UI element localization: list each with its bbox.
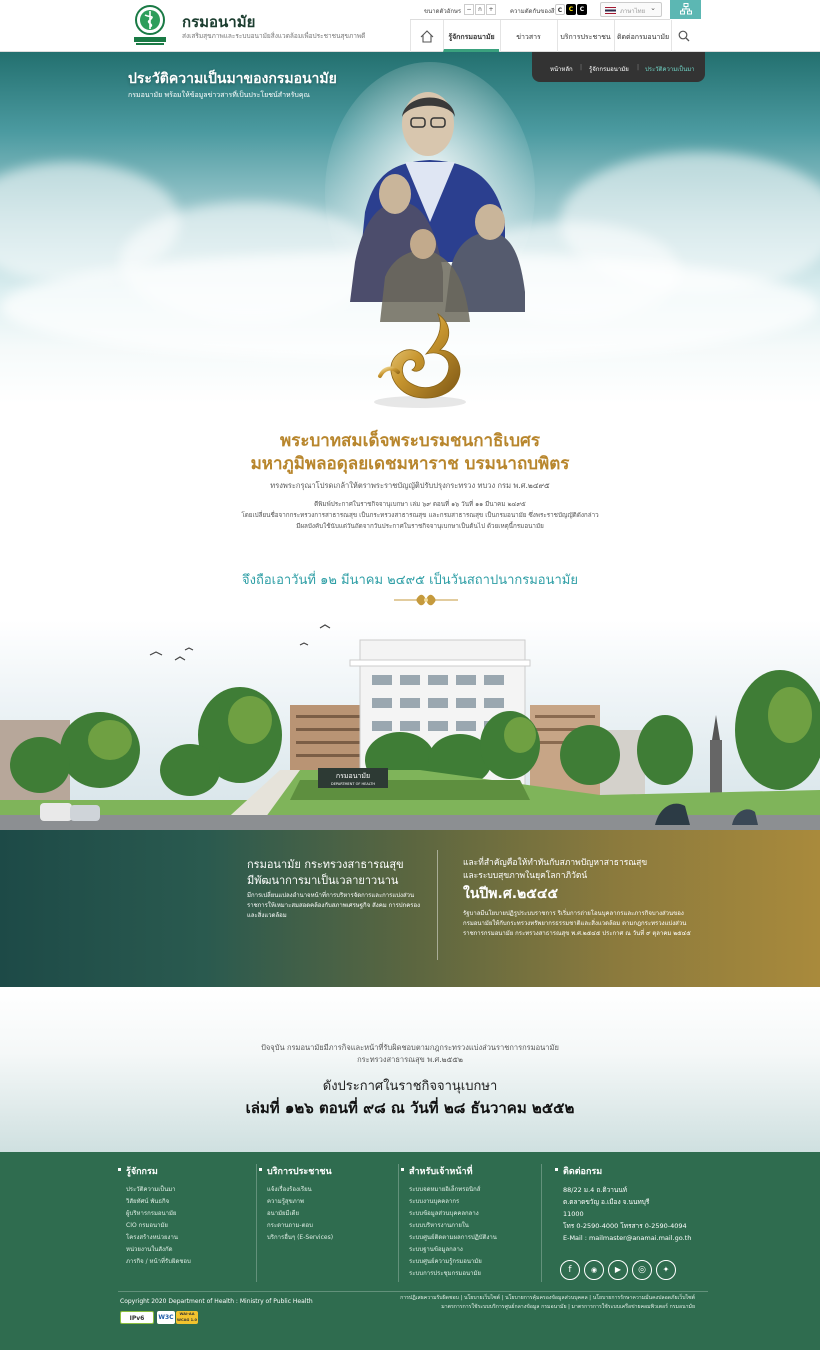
language-select[interactable]: ภาษาไทย ⌄ [600, 2, 662, 17]
youtube-icon[interactable]: ▶ [608, 1260, 628, 1280]
gazette-heading: ดังประกาศในราชกิจจานุเบกษา [322, 1079, 498, 1094]
contact-phone: โทร 0-2590-4000 โทรสาร 0-2590-4094 [563, 1222, 687, 1230]
footer-col-title: บริการประชาชน [259, 1164, 333, 1178]
page-title: ประวัติความเป็นมาของกรมอนามัย [128, 71, 337, 87]
story-year: ในปีพ.ศ.๒๕๔๕ [463, 886, 559, 902]
page: กรมอนามัย ส่งเสริมสุขภาพและระบบอนามัยสิ่… [0, 0, 820, 1350]
building-illustration: กรมอนามัย DEPARTMENT OF HEALTH [0, 624, 820, 830]
footer-link[interactable]: ระบบฐานข้อมูลกลาง [401, 1244, 497, 1256]
main-nav: รู้จักกรมอนามัย ข่าวสาร บริการประชาชน ติ… [410, 20, 710, 52]
department-logo[interactable] [132, 4, 168, 46]
current-mission-section: ปัจจุบัน กรมอนามัยมีภารกิจและหน้าที่รับผ… [0, 987, 820, 1152]
king-name-line-2: มหาภูมิพลอดุลยเดชมหาราช บรมนาถบพิตร [250, 454, 570, 474]
contact-address: ต.ตลาดขวัญ อ.เมือง จ.นนทบุรี [563, 1198, 650, 1206]
headquarters-photo: กรมอนามัย DEPARTMENT OF HEALTH [0, 620, 820, 830]
breadcrumb: หน้าหลัก | รู้จักกรมอนามัย | ประวัติความ… [532, 52, 705, 82]
contact-postcode: 11000 [563, 1210, 584, 1218]
decree-text-3: มีผลบังคับใช้นับแต่วันถัดจากวันประกาศในร… [296, 523, 544, 530]
contrast-label: ความตัดกันของสี [510, 8, 555, 15]
footer-col-title: รู้จักกรม [118, 1164, 191, 1178]
nav-item-services[interactable]: บริการประชาชน [557, 20, 613, 52]
gazette-reference: เล่มที่ ๑๒๖ ตอนที่ ๙๘ ณ วันที่ ๒๘ ธันวาค… [245, 1099, 575, 1117]
footer-link[interactable]: ระบบศูนย์ติดตามผลการปฏิบัติงาน [401, 1232, 497, 1244]
royal-decree-line: ทรงพระกรุณาโปรดเกล้าให้ตราพระราชบัญญัติป… [270, 481, 550, 490]
home-icon[interactable] [410, 20, 442, 52]
development-section: กรมอนามัย กระทรวงสาธารณสุข มีพัฒนาการมาเ… [0, 830, 820, 987]
sitemap-icon [679, 3, 692, 15]
breadcrumb-current: ประวัติความเป็นมา [645, 66, 695, 73]
decree-text-2: โดยเปลี่ยนชื่อจากกระทรวงการสาธารณสุข เป็… [241, 512, 599, 519]
history-hero: ประวัติความเป็นมาของกรมอนามัย กรมอนามัย … [0, 52, 820, 620]
font-increase-button[interactable]: + [486, 4, 496, 15]
current-text-2: กระทรวงสาธารณสุข พ.ศ.๒๕๕๒ [357, 1055, 463, 1064]
nav-item-news[interactable]: ข่าวสาร [500, 20, 556, 52]
story-right-body: รัฐบาลมีนโยบายปฏิรูประบบราชการ ริเริ่มกา… [463, 910, 691, 937]
story-right-heading-2: และระบบสุขภาพในยุคโลกาภิวัตน์ [463, 871, 588, 881]
contrast-dark-button[interactable]: C [577, 4, 587, 15]
thai-numeral-nine-emblem [374, 312, 466, 408]
building-sign-english: DEPARTMENT OF HEALTH [331, 782, 375, 786]
search-icon[interactable] [678, 30, 690, 42]
decree-text-1: ตีพิมพ์ประกาศในราชกิจจานุเบกษา เล่ม ๖๙ ต… [314, 501, 526, 508]
footer-link[interactable]: ระบบบริหารงานภายใน [401, 1220, 497, 1232]
font-normal-button[interactable]: ก [475, 4, 485, 15]
contact-address: 88/22 ม.4 ถ.ติวานนท์ [563, 1186, 628, 1194]
footer-col-title: สำหรับเจ้าหน้าที่ [401, 1164, 497, 1178]
font-size-label: ขนาดตัวอักษร [424, 8, 462, 15]
story-left-heading-2: มีพัฒนาการมาเป็นเวลายาวนาน [247, 874, 399, 887]
footer-link[interactable]: บริการอื่นๆ (E-Services) [259, 1232, 333, 1244]
footer-link[interactable]: หน่วยงานในสังกัด [118, 1244, 191, 1256]
footer-link[interactable]: ผู้บริหารกรมอนามัย [118, 1208, 191, 1220]
current-text-1: ปัจจุบัน กรมอนามัยมีภารกิจและหน้าที่รับผ… [261, 1043, 559, 1052]
footer-link[interactable]: ประวัติความเป็นมา [118, 1184, 191, 1196]
footer-link[interactable]: ความรู้สุขภาพ [259, 1196, 333, 1208]
footer-col-contact: ติดต่อกรม 88/22 ม.4 ถ.ติวานนท์ ต.ตลาดขวั… [555, 1164, 691, 1244]
footer-col-about: รู้จักกรม ประวัติความเป็นมา วิสัยทัศน์ พ… [118, 1164, 191, 1268]
footer-link[interactable]: อนามัยมีเดีย [259, 1208, 333, 1220]
footer-link[interactable]: CIO กรมอนามัย [118, 1220, 191, 1232]
contrast-normal-button[interactable]: C [555, 4, 565, 15]
site-header: กรมอนามัย ส่งเสริมสุขภาพและระบบอนามัยสิ่… [0, 0, 820, 52]
footer-link[interactable]: ระบบข้อมูลส่วนบุคคลกลาง [401, 1208, 497, 1220]
gold-divider-ornament [394, 594, 458, 606]
story-right-heading-1: และที่สำคัญคือให้ทำทันกับสภาพปัญหาสาธารณ… [463, 858, 648, 868]
thai-flag-icon [605, 7, 616, 14]
breadcrumb-about[interactable]: รู้จักกรมอนามัย [589, 64, 629, 74]
line-icon[interactable]: ◉ [584, 1260, 604, 1280]
building-sign-thai: กรมอนามัย [336, 772, 370, 780]
footer-link[interactable]: ระบบการประชุมกรมอนามัย [401, 1268, 497, 1280]
nav-item-about[interactable]: รู้จักกรมอนามัย [443, 20, 499, 52]
footer-link[interactable]: ระบบงานบุคคลากร [401, 1196, 497, 1208]
page-subtitle: กรมอนามัย พร้อมให้ข้อมูลข่าวสารที่เป็นปร… [128, 91, 310, 99]
story-left-body: มีการเปลี่ยนแปลงอำนาจหน้าที่การบริหารจัด… [247, 892, 421, 919]
royal-decree-paragraph: ตีพิมพ์ประกาศในราชกิจจานุเบกษา เล่ม ๖๙ ต… [230, 499, 610, 532]
footer-col-staff: สำหรับเจ้าหน้าที่ ระบบจดหมายอิเล็กทรอนิก… [401, 1164, 497, 1280]
footer-link[interactable]: ระบบศูนย์ความรู้กรมอนามัย [401, 1256, 497, 1268]
sitemap-button[interactable] [670, 0, 701, 19]
founding-day-heading: จึงถือเอาวันที่ ๑๒ มีนาคม ๒๔๙๕ เป็นวันสถ… [241, 573, 578, 588]
contact-email[interactable]: E-Mail : mailmaster@anamai.mail.go.th [555, 1232, 691, 1244]
king-portrait-illustration [325, 62, 535, 322]
footer-col-services: บริการประชาชน แจ้งเรื่องร้องเรียน ความรู… [259, 1164, 333, 1244]
footer-link[interactable]: ภารกิจ / หน้าที่รับผิดชอบ [118, 1256, 191, 1268]
language-value: ภาษาไทย [620, 8, 646, 15]
nav-item-contact[interactable]: ติดต่อกรมอนามัย [614, 20, 672, 52]
font-decrease-button[interactable]: − [464, 4, 474, 15]
footer-link[interactable]: กระดานถาม-ตอบ [259, 1220, 333, 1232]
footer-col-title: ติดต่อกรม [555, 1164, 691, 1178]
site-footer: รู้จักกรม ประวัติความเป็นมา วิสัยทัศน์ พ… [0, 1152, 820, 1350]
footer-link[interactable]: ระบบจดหมายอิเล็กทรอนิกส์ [401, 1184, 497, 1196]
breadcrumb-home[interactable]: หน้าหลัก [550, 64, 573, 74]
facebook-icon[interactable]: f [560, 1260, 580, 1280]
footer-link[interactable]: วิสัยทัศน์ พันธกิจ [118, 1196, 191, 1208]
contrast-yellow-button[interactable]: C [566, 4, 576, 15]
chevron-down-icon: ⌄ [650, 4, 656, 12]
twitter-icon[interactable]: ✦ [656, 1260, 676, 1280]
site-subtitle: ส่งเสริมสุขภาพและระบบอนามัยสิ่งแวดล้อมเพ… [182, 32, 366, 40]
instagram-icon[interactable]: ◎ [632, 1260, 652, 1280]
footer-link[interactable]: แจ้งเรื่องร้องเรียน [259, 1184, 333, 1196]
footer-link[interactable]: โครงสร้างหน่วยงาน [118, 1232, 191, 1244]
story-divider [437, 850, 438, 960]
accessibility-toolbar: ขนาดตัวอักษร − ก + ความตัดกันของสี C C C… [410, 0, 670, 20]
